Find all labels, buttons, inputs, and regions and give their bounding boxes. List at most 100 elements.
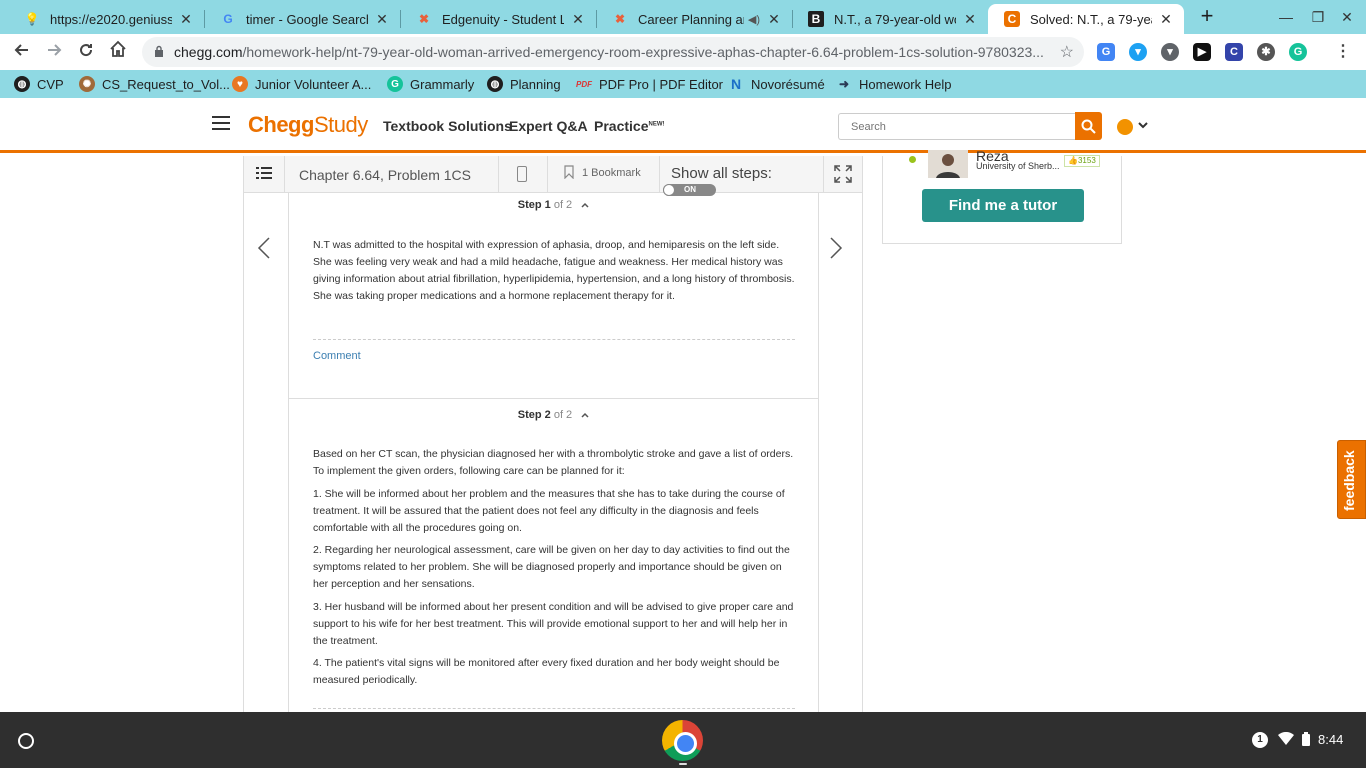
tab-strip: 💡 https://e2020.geniussis ✕ G timer - Go… [0,0,1366,34]
bookmark-item[interactable]: ◍ CVP [14,75,64,93]
bookmark-star-icon[interactable]: ☆ [1060,42,1074,62]
step-of: of 2 [553,199,573,211]
forward-arrow-icon [48,44,62,56]
browser-tab[interactable]: ✖ Edgenuity - Student Lear ✕ [400,4,596,34]
bookmark-item[interactable]: ♥ Junior Volunteer A... [232,75,371,93]
globe-icon: ◍ [487,76,503,92]
reload-icon [80,44,93,57]
step-header[interactable]: Step 1 of 2 [289,199,818,211]
running-indicator [679,763,687,765]
list-icon[interactable] [256,165,272,181]
phone-icon[interactable] [517,166,527,182]
chevron-left-icon[interactable] [257,236,271,260]
step-paragraph: 1. She will be informed about her proble… [313,487,785,534]
step-divider [289,398,818,399]
reload-button[interactable] [74,40,98,64]
chegg-study-logo[interactable]: CheggStudy [248,112,368,138]
chapter-title[interactable]: Chapter 6.64, Problem 1CS [299,167,471,183]
close-icon[interactable]: ✕ [766,11,782,28]
new-tab-button[interactable]: + [1196,5,1218,28]
clock[interactable]: 8:44 [1318,732,1343,747]
tutor-school: University of Sherb... [976,161,1060,171]
comment-link[interactable]: Comment [313,350,361,362]
grammarly-extension-icon[interactable]: G [1289,43,1307,61]
bookmark-item[interactable]: ◍ Planning [487,75,561,93]
nav-practice[interactable]: PracticeNEW! [594,118,664,134]
user-avatar[interactable] [1117,119,1133,135]
grammarly-icon: G [387,76,403,92]
search-input[interactable] [851,114,1071,139]
bookmark-label: Homework Help [859,76,952,92]
tutor-score-badge: 👍3153 [1064,155,1100,167]
url-text: chegg.com/homework-help/nt-79-year-old-w… [174,44,1044,60]
solution-toolbar: Chapter 6.64, Problem 1CS 1 Bookmark Sho… [244,156,862,196]
close-icon[interactable]: ✕ [962,11,978,28]
menu-kebab-icon[interactable]: ⋮ [1334,43,1352,61]
browser-tab[interactable]: ✖ Career Planning and ◀) ✕ [596,4,792,34]
wifi-icon[interactable] [1278,731,1294,748]
puzzle-extension-icon[interactable]: ✱ [1257,43,1275,61]
c-extension-icon[interactable]: C [1225,43,1243,61]
shield-extension-icon[interactable]: ▾ [1129,43,1147,61]
back-button[interactable] [10,40,34,64]
url-host: chegg.com [174,44,243,60]
tab-title: timer - Google Search [246,11,368,27]
step-paragraph: 4. The patient's vital signs will be mon… [313,657,780,686]
extension-icon[interactable]: ▾ [1161,43,1179,61]
address-bar[interactable]: chegg.com/homework-help/nt-79-year-old-w… [142,37,1084,67]
url-path: /homework-help/nt-79-year-old-woman-arri… [242,44,1044,60]
nav-textbook-solutions[interactable]: Textbook Solutions [383,118,512,134]
forward-button[interactable] [42,40,66,64]
close-window-button[interactable]: ✕ [1336,6,1358,28]
toolbar-divider [284,156,285,193]
logo-brand: Chegg [248,112,314,137]
nav-expert-qa[interactable]: Expert Q&A [509,118,588,134]
feedback-tab[interactable]: feedback [1337,440,1366,519]
online-status-dot [909,156,916,163]
restore-button[interactable]: ❐ [1307,6,1329,28]
browser-tab-active[interactable]: C Solved: N.T., a 79-year-ol ✕ [988,4,1184,34]
new-badge: NEW! [648,121,665,128]
hamburger-menu-icon[interactable] [212,116,230,130]
bookmark-item[interactable]: ✺ CS_Request_to_Vol... [79,75,230,93]
play-extension-icon[interactable]: ▶ [1193,43,1211,61]
bookmark-icon[interactable] [564,165,574,179]
chrome-icon[interactable] [662,720,703,761]
close-icon[interactable]: ✕ [570,11,586,28]
speaker-icon[interactable]: ◀) [748,13,760,26]
battery-icon[interactable] [1302,732,1310,749]
step-body: N.T was admitted to the hospital with ex… [313,237,796,311]
browser-tab[interactable]: 💡 https://e2020.geniussis ✕ [8,4,204,34]
minimize-button[interactable]: — [1275,6,1297,28]
find-tutor-button[interactable]: Find me a tutor [922,189,1084,222]
search-button[interactable] [1075,112,1102,140]
step-header[interactable]: Step 2 of 2 [289,409,818,421]
home-icon [110,40,126,57]
chevron-down-icon[interactable] [1138,118,1148,132]
bookmark-label: Novorésumé [751,76,825,92]
show-all-steps-label: Show all steps: [671,165,772,182]
browser-tab[interactable]: B N.T., a 79-year-old woma ✕ [792,4,988,34]
back-arrow-icon [14,44,28,56]
close-icon[interactable]: ✕ [374,11,390,28]
step-label: Step 1 [517,199,551,211]
bookmark-label: PDF Pro | PDF Editor [599,76,724,92]
search-icon [1081,119,1096,134]
launcher-icon[interactable] [18,733,34,749]
bookmark-item[interactable]: PDF PDF Pro | PDF Editor [576,75,723,93]
feedback-label: feedback [1341,450,1357,511]
home-button[interactable] [106,40,130,64]
browser-tab[interactable]: G timer - Google Search ✕ [204,4,400,34]
bookmark-item[interactable]: G Grammarly [387,75,474,93]
bookmark-item[interactable]: ➜ Homework Help [836,75,952,93]
notification-badge[interactable]: 1 [1252,732,1268,748]
close-icon[interactable]: ✕ [178,11,194,28]
chevron-right-icon[interactable] [829,236,843,260]
close-icon[interactable]: ✕ [1158,11,1174,28]
google-translate-icon[interactable]: G [1097,43,1115,61]
expand-icon[interactable] [834,165,852,183]
bookmark-count[interactable]: 1 Bookmark [582,167,641,179]
chegg-icon: C [1004,11,1020,27]
tutor-score: 3153 [1077,156,1096,165]
bookmark-item[interactable]: N Novorésumé [728,75,825,93]
